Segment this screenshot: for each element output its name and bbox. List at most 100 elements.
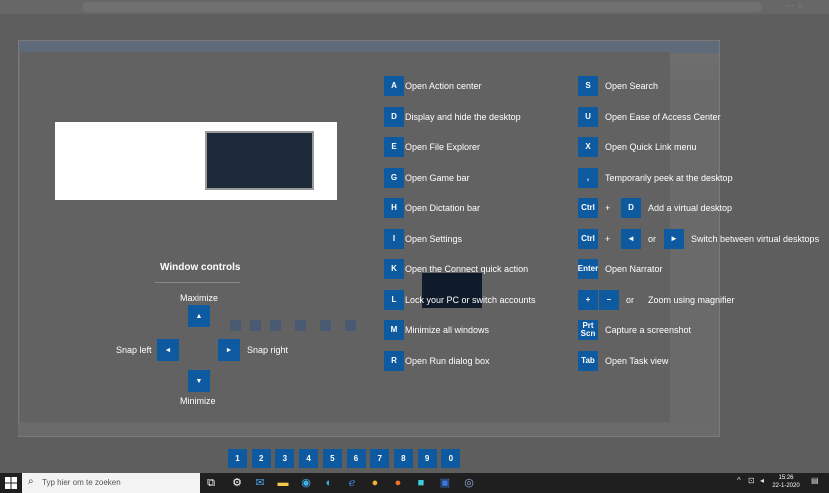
divider: [155, 282, 240, 283]
shortcut-key: Enter: [578, 259, 598, 279]
shortcut-key: –: [599, 290, 619, 310]
tray-chevron-icon[interactable]: ^: [737, 476, 741, 485]
shortcut-label: Temporarily peek at the desktop: [605, 173, 733, 183]
shortcut-key: K: [384, 259, 404, 279]
shortcut-key: U: [578, 107, 598, 127]
shortcut-label: Open File Explorer: [405, 142, 481, 152]
minimize-key: ▼: [188, 370, 210, 392]
browser-toolbar: ⋯ ☆: [0, 0, 829, 14]
windows-start-icon[interactable]: [5, 477, 17, 489]
shortcut-label: Switch between virtual desktops: [691, 234, 820, 244]
number-key: 4: [299, 449, 319, 468]
shortcut-label: Open Ease of Access Center: [605, 112, 721, 122]
settings-gear-icon[interactable]: ⚙: [230, 476, 244, 490]
edge-browser-icon[interactable]: ◉: [299, 476, 313, 490]
shortcut-key: D: [384, 107, 404, 127]
plus-operator: +: [605, 234, 611, 244]
snap-right-key: ►: [218, 339, 240, 361]
app-status-bar: [18, 425, 718, 435]
shortcut-label: Capture a screenshot: [605, 325, 692, 335]
browser-menu-icon: ⋯ ☆: [786, 1, 804, 10]
faded-tile: [345, 320, 356, 331]
shortcut-label: Lock your PC or switch accounts: [405, 295, 536, 305]
or-operator: or: [626, 295, 635, 305]
shortcut-key: S: [578, 76, 598, 96]
taskbar: ⌕ Typ hier om te zoeken ⧉ ⚙ ✉ ▬ ◉ ◐ ℯ ● …: [0, 473, 829, 493]
shortcut-key: Tab: [578, 351, 598, 371]
arrow-down-icon: ▼: [195, 377, 203, 385]
number-key: 8: [393, 449, 413, 468]
shortcut-label: Open Narrator: [605, 264, 663, 274]
shortcut-label: Open Settings: [405, 234, 463, 244]
file-explorer-icon[interactable]: ▬: [276, 476, 290, 490]
snap-left-label: Snap left: [116, 345, 152, 355]
shortcut-label: Open Dictation bar: [405, 203, 481, 213]
app-icon[interactable]: ■: [414, 476, 428, 490]
minimize-label: Minimize: [180, 396, 216, 406]
number-key: 0: [441, 449, 461, 468]
snap-right-label: Snap right: [247, 345, 289, 355]
snap-left-key: ◄: [157, 339, 179, 361]
shortcut-key: ►: [664, 229, 684, 249]
address-bar: [82, 2, 762, 12]
clock[interactable]: 15:26 22-1-2020: [768, 474, 804, 490]
shortcut-label: Zoom using magnifier: [648, 295, 735, 305]
chrome-icon[interactable]: ●: [368, 476, 382, 490]
arrow-right-icon: ►: [225, 346, 233, 354]
maximize-key: ▲: [188, 305, 210, 327]
volume-icon[interactable]: ◂: [760, 476, 764, 485]
arrow-left-icon: ◄: [164, 346, 172, 354]
edge-new-icon[interactable]: ◐: [322, 476, 336, 490]
shortcut-label: Display and hide the desktop: [405, 112, 521, 122]
number-key: 5: [322, 449, 342, 468]
outlook-icon[interactable]: ▣: [438, 476, 452, 490]
shortcut-key: R: [384, 351, 404, 371]
firefox-icon[interactable]: ●: [391, 476, 405, 490]
shortcut-key: +: [578, 290, 598, 310]
task-view-icon[interactable]: ⧉: [204, 476, 218, 490]
internet-explorer-icon[interactable]: ℯ: [345, 476, 359, 490]
network-app-icon[interactable]: ◎: [462, 476, 476, 490]
number-key: 3: [275, 449, 295, 468]
shortcut-label: Open the Connect quick action: [405, 264, 529, 274]
shortcut-key: D: [621, 198, 641, 218]
taskbar-search-box[interactable]: ⌕ Typ hier om te zoeken: [22, 473, 200, 493]
shortcut-key: L: [384, 290, 404, 310]
shortcut-key: E: [384, 137, 404, 157]
shortcut-key: I: [384, 229, 404, 249]
shortcut-label: Add a virtual desktop: [648, 203, 733, 213]
number-key: 6: [346, 449, 366, 468]
shortcut-label: Open Run dialog box: [405, 356, 490, 366]
shortcut-key: Ctrl: [578, 198, 598, 218]
shortcut-key: A: [384, 76, 404, 96]
shortcut-label: Open Search: [605, 81, 659, 91]
window-controls-title: Window controls: [160, 262, 241, 273]
shortcut-label: Minimize all windows: [405, 325, 490, 335]
search-icon: ⌕: [28, 476, 34, 487]
clock-time: 15:26: [778, 475, 794, 481]
plus-operator: +: [605, 203, 611, 213]
shortcut-key: Ctrl: [578, 229, 598, 249]
maximize-label: Maximize: [180, 293, 219, 303]
number-key: 1: [228, 449, 247, 468]
shortcut-key: ,: [578, 168, 598, 188]
faded-tile: [320, 320, 331, 331]
shortcut-key: ◄: [621, 229, 641, 249]
notification-icon[interactable]: ▤: [811, 476, 819, 485]
app-canvas: [20, 52, 670, 422]
shortcut-label: Open Game bar: [405, 173, 470, 183]
mail-icon[interactable]: ✉: [253, 476, 267, 490]
number-key: 9: [417, 449, 437, 468]
or-operator: or: [648, 234, 657, 244]
shortcut-key: G: [384, 168, 404, 188]
clock-date: 22-1-2020: [772, 483, 800, 489]
shortcut-key: M: [384, 320, 404, 340]
shortcut-key: X: [578, 137, 598, 157]
faded-tile: [270, 320, 281, 331]
faded-tile: [230, 320, 241, 331]
shortcut-key: Prt Scn: [578, 320, 598, 340]
network-icon[interactable]: ⊡: [748, 476, 755, 485]
shortcut-key: H: [384, 198, 404, 218]
screenshot-thumbnail: [205, 131, 482, 308]
shortcut-label: Open Quick Link menu: [605, 142, 697, 152]
